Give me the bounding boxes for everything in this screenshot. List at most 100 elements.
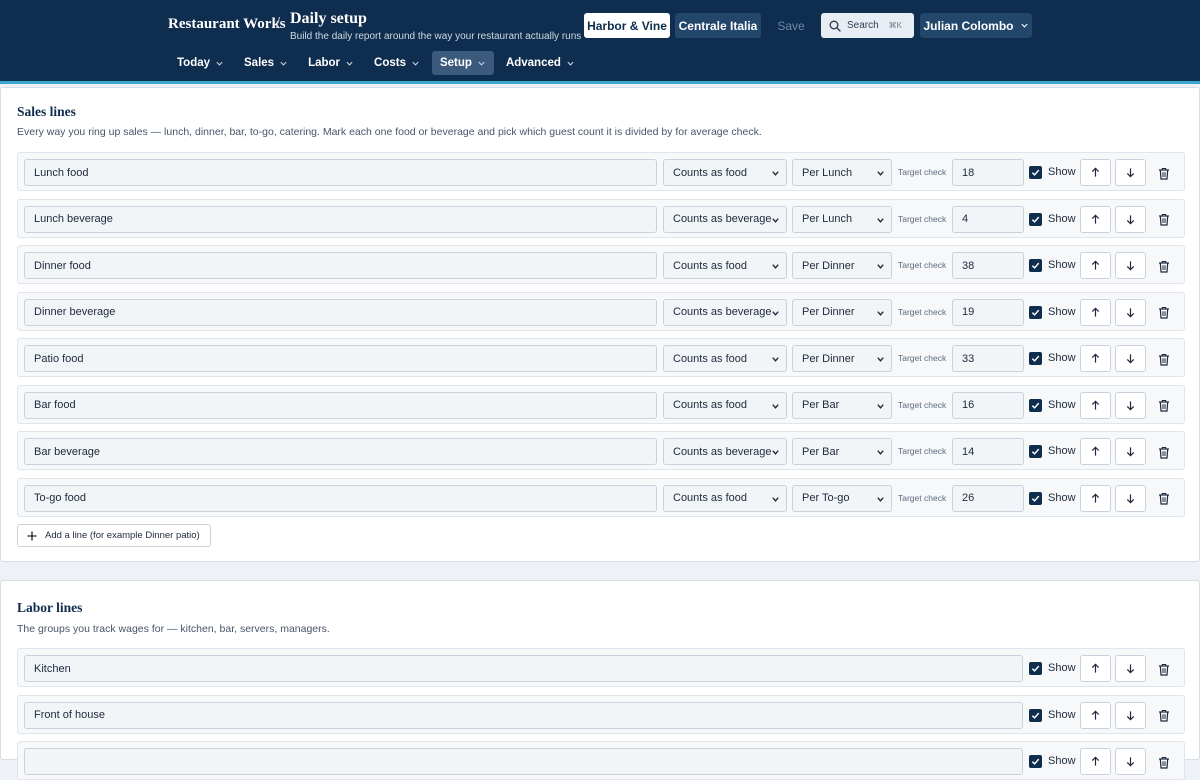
location-button-centrale-italia[interactable]: Centrale Italia [675, 13, 761, 38]
move-up-button[interactable] [1080, 298, 1111, 326]
category-select[interactable]: Counts as food [663, 484, 787, 512]
guest-count-select[interactable]: Per Bar [792, 391, 892, 419]
line-name-input[interactable]: Bar food [24, 391, 657, 419]
move-up-button[interactable] [1080, 345, 1111, 372]
show-checkbox[interactable] [1029, 755, 1042, 768]
target-check-input[interactable]: 26 [952, 484, 1024, 512]
check-icon [1031, 169, 1040, 176]
guest-count-select[interactable]: Per Dinner [792, 345, 892, 372]
guest-count-select[interactable]: Per Bar [792, 438, 892, 465]
search-button[interactable]: Search ⌘K [821, 13, 914, 38]
move-down-button[interactable] [1115, 345, 1146, 372]
line-name-input[interactable]: Patio food [24, 345, 657, 372]
move-up-button[interactable] [1080, 655, 1111, 682]
show-checkbox[interactable] [1029, 445, 1042, 458]
delete-button[interactable] [1156, 754, 1172, 770]
line-name-input[interactable] [24, 748, 1023, 775]
arrow-up-icon [1091, 214, 1100, 224]
target-check-input[interactable]: 18 [952, 159, 1024, 186]
location-button-harbor-vine[interactable]: Harbor & Vine [584, 13, 670, 38]
move-down-button[interactable] [1115, 298, 1146, 326]
show-checkbox[interactable] [1029, 352, 1042, 365]
category-select[interactable]: Counts as beverage [663, 205, 787, 233]
category-select[interactable]: Counts as food [663, 391, 787, 419]
show-checkbox[interactable] [1029, 708, 1042, 722]
category-select[interactable]: Counts as beverage [663, 298, 787, 326]
move-up-button[interactable] [1080, 205, 1111, 233]
user-menu-button[interactable]: Julian Colombo [920, 13, 1032, 38]
move-down-button[interactable] [1115, 655, 1146, 682]
arrow-down-icon [1126, 261, 1135, 271]
move-up-button[interactable] [1080, 159, 1111, 186]
nav-today[interactable]: Today [169, 51, 232, 75]
show-checkbox[interactable] [1029, 491, 1042, 505]
nav-labor[interactable]: Labor [300, 51, 362, 75]
guest-count-select[interactable]: Per To-go [792, 484, 892, 512]
line-name-input[interactable]: Kitchen [24, 655, 1023, 682]
move-down-button[interactable] [1115, 701, 1146, 729]
move-down-button[interactable] [1115, 438, 1146, 465]
line-name-input[interactable]: To-go food [24, 484, 657, 512]
save-button[interactable]: Save [771, 13, 811, 38]
nav-advanced[interactable]: Advanced [498, 51, 583, 75]
guest-count-select[interactable]: Per Lunch [792, 159, 892, 186]
show-checkbox[interactable] [1029, 166, 1042, 179]
line-name-input[interactable]: Front of house [24, 701, 1023, 729]
add-line-button[interactable]: Add a line (for example Dinner patio) [17, 524, 211, 547]
category-select[interactable]: Counts as food [663, 252, 787, 279]
target-check-input[interactable]: 33 [952, 345, 1024, 372]
move-down-button[interactable] [1115, 748, 1146, 775]
show-checkbox[interactable] [1029, 398, 1042, 412]
move-up-button[interactable] [1080, 484, 1111, 512]
guest-count-select[interactable]: Per Lunch [792, 205, 892, 233]
nav-costs[interactable]: Costs [366, 51, 428, 75]
target-check-input[interactable]: 16 [952, 391, 1024, 419]
show-checkbox[interactable] [1029, 662, 1042, 675]
guest-count-select[interactable]: Per Dinner [792, 252, 892, 279]
delete-button[interactable] [1156, 491, 1172, 507]
move-up-button[interactable] [1080, 391, 1111, 419]
line-name-input[interactable]: Lunch beverage [24, 205, 657, 233]
trash-icon [1159, 446, 1169, 459]
move-up-button[interactable] [1080, 748, 1111, 775]
line-name-input[interactable]: Dinner food [24, 252, 657, 279]
delete-button[interactable] [1156, 444, 1172, 460]
chevron-down-icon [877, 264, 884, 269]
target-check-input[interactable]: 4 [952, 205, 1024, 233]
category-select[interactable]: Counts as food [663, 345, 787, 372]
delete-button[interactable] [1156, 661, 1172, 677]
delete-button[interactable] [1156, 305, 1172, 321]
category-value: Counts as beverage [673, 445, 772, 458]
category-select[interactable]: Counts as food [663, 159, 787, 186]
delete-button[interactable] [1156, 258, 1172, 274]
target-check-input[interactable]: 14 [952, 438, 1024, 465]
move-down-button[interactable] [1115, 391, 1146, 419]
arrow-up-icon [1091, 353, 1100, 363]
line-name-input[interactable]: Dinner beverage [24, 298, 657, 326]
target-check-input[interactable]: 19 [952, 298, 1024, 326]
target-check-input[interactable]: 38 [952, 252, 1024, 279]
delete-button[interactable] [1156, 212, 1172, 228]
delete-button[interactable] [1156, 708, 1172, 724]
nav-sales[interactable]: Sales [236, 51, 296, 75]
line-name-input[interactable]: Lunch food [24, 159, 657, 186]
show-checkbox[interactable] [1029, 259, 1042, 272]
move-down-button[interactable] [1115, 484, 1146, 512]
show-checkbox[interactable] [1029, 212, 1042, 226]
brand-name[interactable]: Restaurant Works [168, 16, 286, 33]
delete-button[interactable] [1156, 165, 1172, 181]
show-checkbox[interactable] [1029, 305, 1042, 319]
guest-count-select[interactable]: Per Dinner [792, 298, 892, 326]
category-select[interactable]: Counts as beverage [663, 438, 787, 465]
move-up-button[interactable] [1080, 252, 1111, 279]
line-name-input[interactable]: Bar beverage [24, 438, 657, 465]
delete-button[interactable] [1156, 398, 1172, 414]
check-icon [1031, 448, 1040, 455]
move-down-button[interactable] [1115, 205, 1146, 233]
delete-button[interactable] [1156, 351, 1172, 367]
move-up-button[interactable] [1080, 701, 1111, 729]
nav-setup[interactable]: Setup [431, 51, 494, 75]
move-down-button[interactable] [1115, 252, 1146, 279]
move-down-button[interactable] [1115, 159, 1146, 186]
move-up-button[interactable] [1080, 438, 1111, 465]
